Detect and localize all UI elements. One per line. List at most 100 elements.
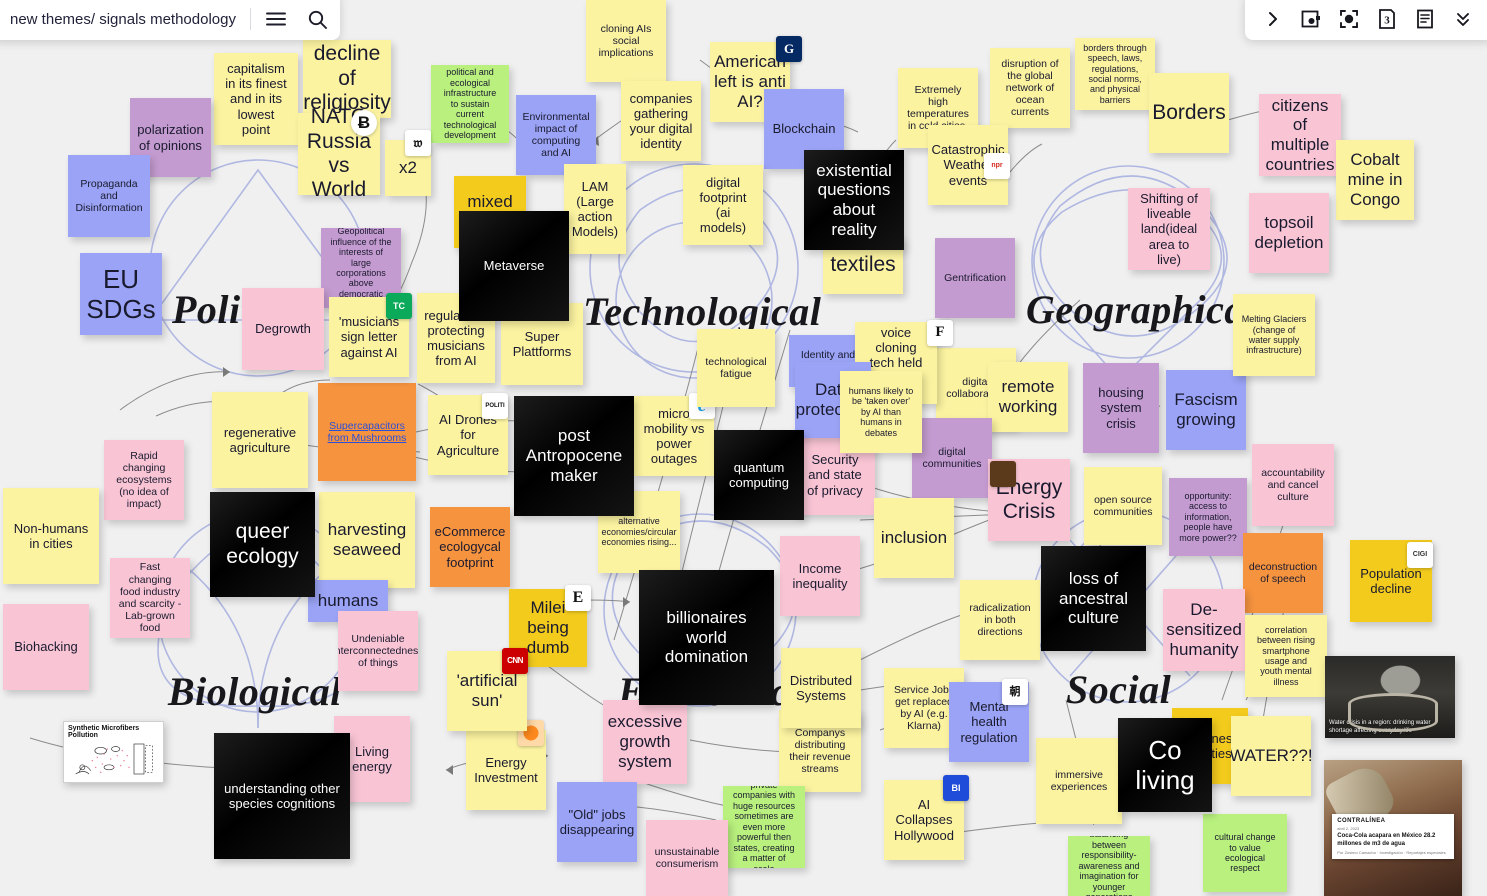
sticky-note[interactable]: Mental health regulation 朝 [949,679,1029,762]
sticky-note[interactable]: topsoil depletion [1249,193,1329,273]
sticky-note[interactable]: private companies with huge resources so… [723,786,805,868]
sticky-note[interactable]: open source communities [1084,467,1162,545]
sticky-note[interactable]: cloning AIs social implications [586,0,666,82]
sticky-note[interactable]: Metaverse [459,211,569,321]
sticky-note[interactable]: Melting Glaciers (change of water supply… [1233,294,1315,376]
sticky-note[interactable]: deconstruction of speech [1243,533,1323,613]
sticky-note[interactable]: Non-humans in cities [3,488,99,584]
sticky-note[interactable]: EU SDGs [80,253,162,335]
sticky-note[interactable]: political and ecological infrastructure … [431,65,509,143]
sticky-note[interactable]: micro mobility vs power outagese [634,393,715,476]
sticky-note[interactable]: Population decline CIGI [1350,540,1433,622]
sticky-note[interactable]: regenerative agriculture [212,392,308,488]
sticky-note[interactable]: excessive growth system [603,700,687,784]
sticky-note[interactable]: accountability and cancel culture [1252,444,1334,526]
sticky-note[interactable]: Gentrification [935,238,1015,318]
sticky-note-text: Blockchain [772,121,836,137]
sticky-note-text: cultural change to value ecological resp… [1214,832,1276,874]
sticky-note[interactable]: WATER??! [1231,716,1311,796]
card-3-icon[interactable]: 3 [1371,3,1403,35]
sticky-note-text: political and ecological infrastructure … [443,67,497,141]
sticky-note-text: topsoil depletion [1254,213,1324,252]
sticky-note[interactable]: Undeniable interconnectedness of things [338,611,418,691]
sticky-note[interactable]: Fast changing food industry and scarcity… [110,558,190,638]
sticky-note[interactable]: technological fatigue [697,329,775,407]
sticky-note[interactable]: Energy Investment [466,720,546,810]
sticky-note[interactable]: queer ecology [210,492,315,597]
sticky-note[interactable]: Rapid changing ecosystems (no idea of im… [104,440,184,520]
sticky-note[interactable]: Fascism growing [1166,370,1246,450]
sticky-note[interactable]: billionaires world domination [639,570,774,705]
sticky-note[interactable]: post Antropocene maker [514,396,634,516]
whiteboard-canvas[interactable]: PoliticalTechnologicalGeographicalBiolog… [0,0,1487,896]
focus-target-icon[interactable] [1333,3,1365,35]
sticky-note[interactable]: housing system crisis [1083,363,1159,453]
sticky-note[interactable]: cultural change to value ecological resp… [1203,814,1287,892]
sticky-note[interactable]: capitalism in its finest and in its lowe… [214,53,298,145]
sticky-note[interactable]: opportunity: access to information, peop… [1169,478,1247,556]
sticky-note-text: billionaires world domination [664,607,749,667]
sticky-note[interactable]: Degrowth [242,288,324,370]
sticky-note[interactable]: x2 𝔴 [385,130,431,196]
sticky-note[interactable]: Co living [1118,718,1212,812]
sticky-note[interactable]: quantum computing [714,430,804,520]
sticky-note[interactable]: Income inequality [780,536,860,616]
sticky-note-text: Shifting of liveable land(ideal area to … [1140,191,1198,267]
news-date: abril 2, 2023 [1337,826,1360,832]
sticky-note[interactable]: "Old" jobs disappearing [557,782,637,862]
document-list-icon[interactable] [1409,3,1441,35]
right-toolbar[interactable]: 3 [1245,0,1487,40]
sticky-note[interactable]: humans likely to be 'taken over' by AI t… [840,371,922,453]
sticky-note[interactable]: existential questions about reality [804,150,904,250]
sticky-note[interactable]: disruption of the global network of ocea… [990,48,1070,128]
sticky-note[interactable]: De-sensitized humanity [1163,589,1245,671]
sticky-note[interactable]: Distributed Systems [781,648,861,728]
sticky-note[interactable]: correlation between rising smartphone us… [1245,615,1327,697]
sticky-note[interactable]: inclusion [874,498,954,578]
sticky-note[interactable]: digital communities [912,418,992,498]
sticky-note-text: correlation between rising smartphone us… [1256,624,1316,687]
sticky-note[interactable]: digital footprint (ai models) [683,165,763,245]
board-header-bar[interactable]: new themes/ signals methodology [0,0,340,40]
water-photo-card[interactable]: Water crisis in a region: drinking water… [1325,656,1455,738]
sticky-note[interactable]: unsustainable consumerism [646,820,728,896]
chevron-right-icon[interactable] [1257,3,1289,35]
sticky-note[interactable]: harvesting seaweed [319,492,415,588]
double-chevron-down-icon[interactable] [1447,3,1479,35]
sticky-note[interactable]: Biohacking [3,604,89,690]
sticky-note[interactable]: Supercapacitors from Mushrooms [318,383,416,481]
sticky-note[interactable]: borders through speech, laws, regulation… [1075,38,1155,110]
sticky-note-text: alternative economies/circular economies… [601,516,677,548]
sticky-note[interactable]: citizens of multiple countries [1259,94,1341,176]
sticky-note[interactable]: Energy Crisis [988,459,1070,541]
sticky-note[interactable]: companies gathering your digital identit… [621,81,701,161]
sticky-note[interactable]: AI Collapses Hollywood BI [884,775,969,860]
politico-favicon: POLITI [482,393,508,419]
sticky-note[interactable]: Shifting of liveable land(ideal area to … [1128,188,1210,270]
search-icon[interactable] [301,2,335,36]
coke-photo-card[interactable]: CONTRALÍNEA abril 2, 2023 Coca-Cola acapar… [1324,760,1462,896]
hamburger-menu-icon[interactable] [259,2,293,36]
sticky-note[interactable]: Propaganda and Disinformation [68,155,150,237]
sticky-note[interactable]: Environmental impact of computing and AI [516,95,596,175]
sticky-note[interactable]: remote working [988,362,1068,432]
sticky-note[interactable]: immersive experiences [1036,738,1122,824]
sticky-note[interactable]: radicalization in both directions [960,580,1040,660]
sticky-note[interactable]: balancing between responsibility-awarene… [1068,836,1150,896]
sticky-note-text: loss of ancestral culture [1059,568,1128,628]
sticky-note[interactable]: 'artificial sun' CNN [447,648,528,731]
frame-image-icon[interactable] [1295,3,1327,35]
sticky-note-text: harvesting seaweed [327,520,407,559]
sticky-note-text: unsustainable consumerism [654,845,720,870]
sticky-note[interactable]: eCommerce ecologycal footprint [430,507,510,587]
sticky-note[interactable]: AI Drones for Agriculture POLITI [428,393,508,475]
sticky-note[interactable]: Catastrophic Weather events npr [928,125,1010,205]
sticky-note[interactable]: Borders [1149,73,1229,153]
microfibers-diagram-card[interactable]: Synthetic Microfibers Pollution [63,721,164,783]
sticky-note[interactable]: NATO Russia vs World Ƀ [298,105,380,201]
sticky-note[interactable]: Cobalt mine in Congo [1336,140,1414,220]
sticky-note[interactable]: loss of ancestral culture [1041,546,1146,651]
sticky-note[interactable]: LAM (Large action Models) [564,164,626,254]
sticky-note[interactable]: understanding other species cognitions [214,733,350,859]
sticky-note[interactable]: 'musicians sign letter against AI TC [329,293,412,377]
